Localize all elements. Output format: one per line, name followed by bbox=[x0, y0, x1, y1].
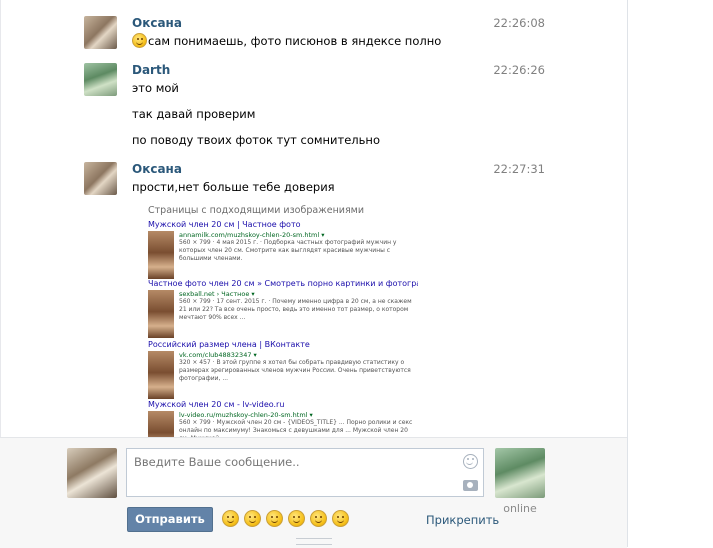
send-button[interactable]: Отправить bbox=[127, 507, 213, 532]
result-title: Частное фото член 20 см » Смотреть порно… bbox=[148, 279, 418, 288]
attachment-heading: Страницы с подходящими изображениями bbox=[148, 205, 365, 216]
sender-name[interactable]: Оксана bbox=[132, 16, 182, 30]
my-avatar[interactable] bbox=[67, 448, 117, 498]
message-text-content: сам понимаешь, фото писюнов в яндексе по… bbox=[148, 34, 442, 48]
surprised-emoji-icon[interactable] bbox=[310, 510, 327, 527]
result-title: Мужской член 20 см - lv-video.ru bbox=[148, 400, 285, 409]
message-time[interactable]: 22:27:31 bbox=[493, 162, 545, 176]
message: Оксана 22:26:08 сам понимаешь, фото писю… bbox=[84, 16, 554, 51]
result-description: 320 × 457 · В этой группе я хотел бы соб… bbox=[179, 359, 411, 382]
result-title: Мужской член 20 см | Частное фото bbox=[148, 220, 301, 229]
message: Darth 22:26:26 это мой так давай провери… bbox=[84, 63, 554, 153]
grin-emoji-icon[interactable] bbox=[332, 510, 349, 527]
result-title: Российский размер члена | ВКонтакте bbox=[148, 340, 310, 349]
search-result: Российский размер члена | ВКонтакте vk.c… bbox=[148, 340, 418, 402]
smile-emoji-icon bbox=[132, 33, 147, 48]
message-text: так давай проверим bbox=[132, 107, 256, 121]
message-input-placeholder: Введите Ваше сообщение.. bbox=[134, 455, 300, 469]
right-divider bbox=[627, 0, 628, 547]
kiss-emoji-icon[interactable] bbox=[244, 510, 261, 527]
message-text: это мой bbox=[132, 81, 179, 95]
message-text: прости,нет больше тебе доверия bbox=[132, 180, 335, 194]
image-attachment[interactable]: Страницы с подходящими изображениями Муж… bbox=[148, 205, 418, 437]
online-status: online bbox=[503, 502, 537, 515]
message-time[interactable]: 22:26:26 bbox=[493, 63, 545, 77]
resize-grip[interactable] bbox=[296, 538, 332, 545]
tongue-emoji-icon[interactable] bbox=[222, 510, 239, 527]
camera-icon[interactable] bbox=[463, 480, 478, 491]
result-thumbnail bbox=[148, 231, 174, 279]
result-url: sexball.net › Частное ▾ bbox=[179, 290, 255, 298]
result-thumbnail bbox=[148, 290, 174, 338]
wink-emoji-icon[interactable] bbox=[288, 510, 305, 527]
emoji-picker-icon[interactable] bbox=[463, 454, 478, 469]
sender-name[interactable]: Оксана bbox=[132, 162, 182, 176]
message-time[interactable]: 22:26:08 bbox=[493, 16, 545, 30]
result-description: 560 × 799 · Мужской член 20 см - {VIDEOS… bbox=[179, 419, 413, 437]
wide-eyed-emoji-icon[interactable] bbox=[266, 510, 283, 527]
message-text: по поводу твоих фоток тут сомнительно bbox=[132, 133, 380, 147]
message: Оксана 22:27:31 прости,нет больше тебе д… bbox=[84, 162, 554, 197]
result-description: 560 × 799 · 4 мая 2015 г. · Подборка час… bbox=[179, 239, 397, 262]
search-result: Частное фото член 20 см » Смотреть порно… bbox=[148, 279, 418, 341]
avatar[interactable] bbox=[84, 16, 117, 49]
result-description: 560 × 799 · 17 сент. 2015 г. · Почему им… bbox=[179, 298, 412, 321]
search-result: Мужской член 20 см - lv-video.ru lv-vide… bbox=[148, 400, 418, 437]
result-thumbnail bbox=[148, 411, 174, 437]
result-url: annamilk.com/muzhskoy-chlen-20-sm.html ▾ bbox=[179, 231, 325, 239]
sender-name[interactable]: Darth bbox=[132, 63, 170, 77]
avatar[interactable] bbox=[84, 162, 117, 195]
avatar[interactable] bbox=[84, 63, 117, 96]
result-thumbnail bbox=[148, 351, 174, 399]
peer-avatar[interactable] bbox=[495, 448, 545, 498]
result-url: vk.com/club48832347 ▾ bbox=[179, 351, 257, 359]
search-result: Мужской член 20 см | Частное фото annami… bbox=[148, 220, 418, 282]
attach-button[interactable]: Прикрепить bbox=[426, 513, 499, 527]
result-url: lv-video.ru/muzhskoy-chlen-20-sm.html ▾ bbox=[179, 411, 313, 419]
message-input[interactable]: Введите Ваше сообщение.. bbox=[126, 448, 484, 497]
message-text: сам понимаешь, фото писюнов в яндексе по… bbox=[132, 33, 441, 48]
